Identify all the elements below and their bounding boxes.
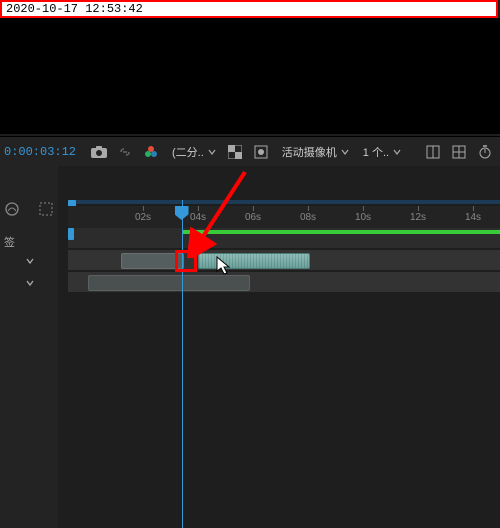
ruler-tick: 12s [410,212,426,223]
timeline-left-panel: 签 [0,166,59,528]
graph-editor-icon[interactable] [4,200,20,218]
ruler-tick: 10s [355,212,371,223]
transparency-grid-icon[interactable] [226,143,244,161]
ruler-tick: 08s [300,212,316,223]
ruler-tick: 06s [245,212,261,223]
ruler-tick: 04s [190,212,206,223]
current-timecode[interactable]: 0:00:03:12 [4,145,76,159]
preview-viewport[interactable] [0,18,500,134]
preview-toolbar: 0:00:03:12 (二分.. 活动摄像机 1 个.. [0,136,500,168]
snapshot-icon[interactable] [90,143,108,161]
link-icon[interactable] [116,143,134,161]
ruler-tick: 14s [465,212,481,223]
mask-icon[interactable] [252,143,270,161]
in-point-marker[interactable] [68,228,74,240]
left-tag-label: 签 [4,234,15,250]
clip-layer-1b[interactable] [198,253,310,269]
layer-expand-2[interactable] [20,274,40,292]
view-layout-icon[interactable] [424,143,442,161]
color-icon[interactable] [142,143,160,161]
work-area-strip[interactable] [68,200,500,204]
render-range-bar[interactable] [182,230,500,234]
grid-icon[interactable] [450,143,468,161]
stopwatch-icon[interactable] [476,143,494,161]
layer-expand-1[interactable] [20,252,40,270]
render-queue-icon[interactable] [38,200,54,218]
ruler-tick: 02s [135,212,151,223]
resolution-dropdown[interactable]: (二分.. [166,141,220,163]
camera-dropdown[interactable]: 活动摄像机 [276,141,353,163]
timestamp-overlay: 2020-10-17 12:53:42 [0,0,498,18]
view-count-dropdown[interactable]: 1 个.. [357,141,405,163]
annotation-highlight-box [175,250,197,272]
clip-layer-2[interactable] [88,275,250,291]
time-ruler[interactable]: 02s04s06s08s10s12s14s16s [68,206,500,228]
timeline-panel[interactable]: 02s04s06s08s10s12s14s16s [58,166,500,528]
